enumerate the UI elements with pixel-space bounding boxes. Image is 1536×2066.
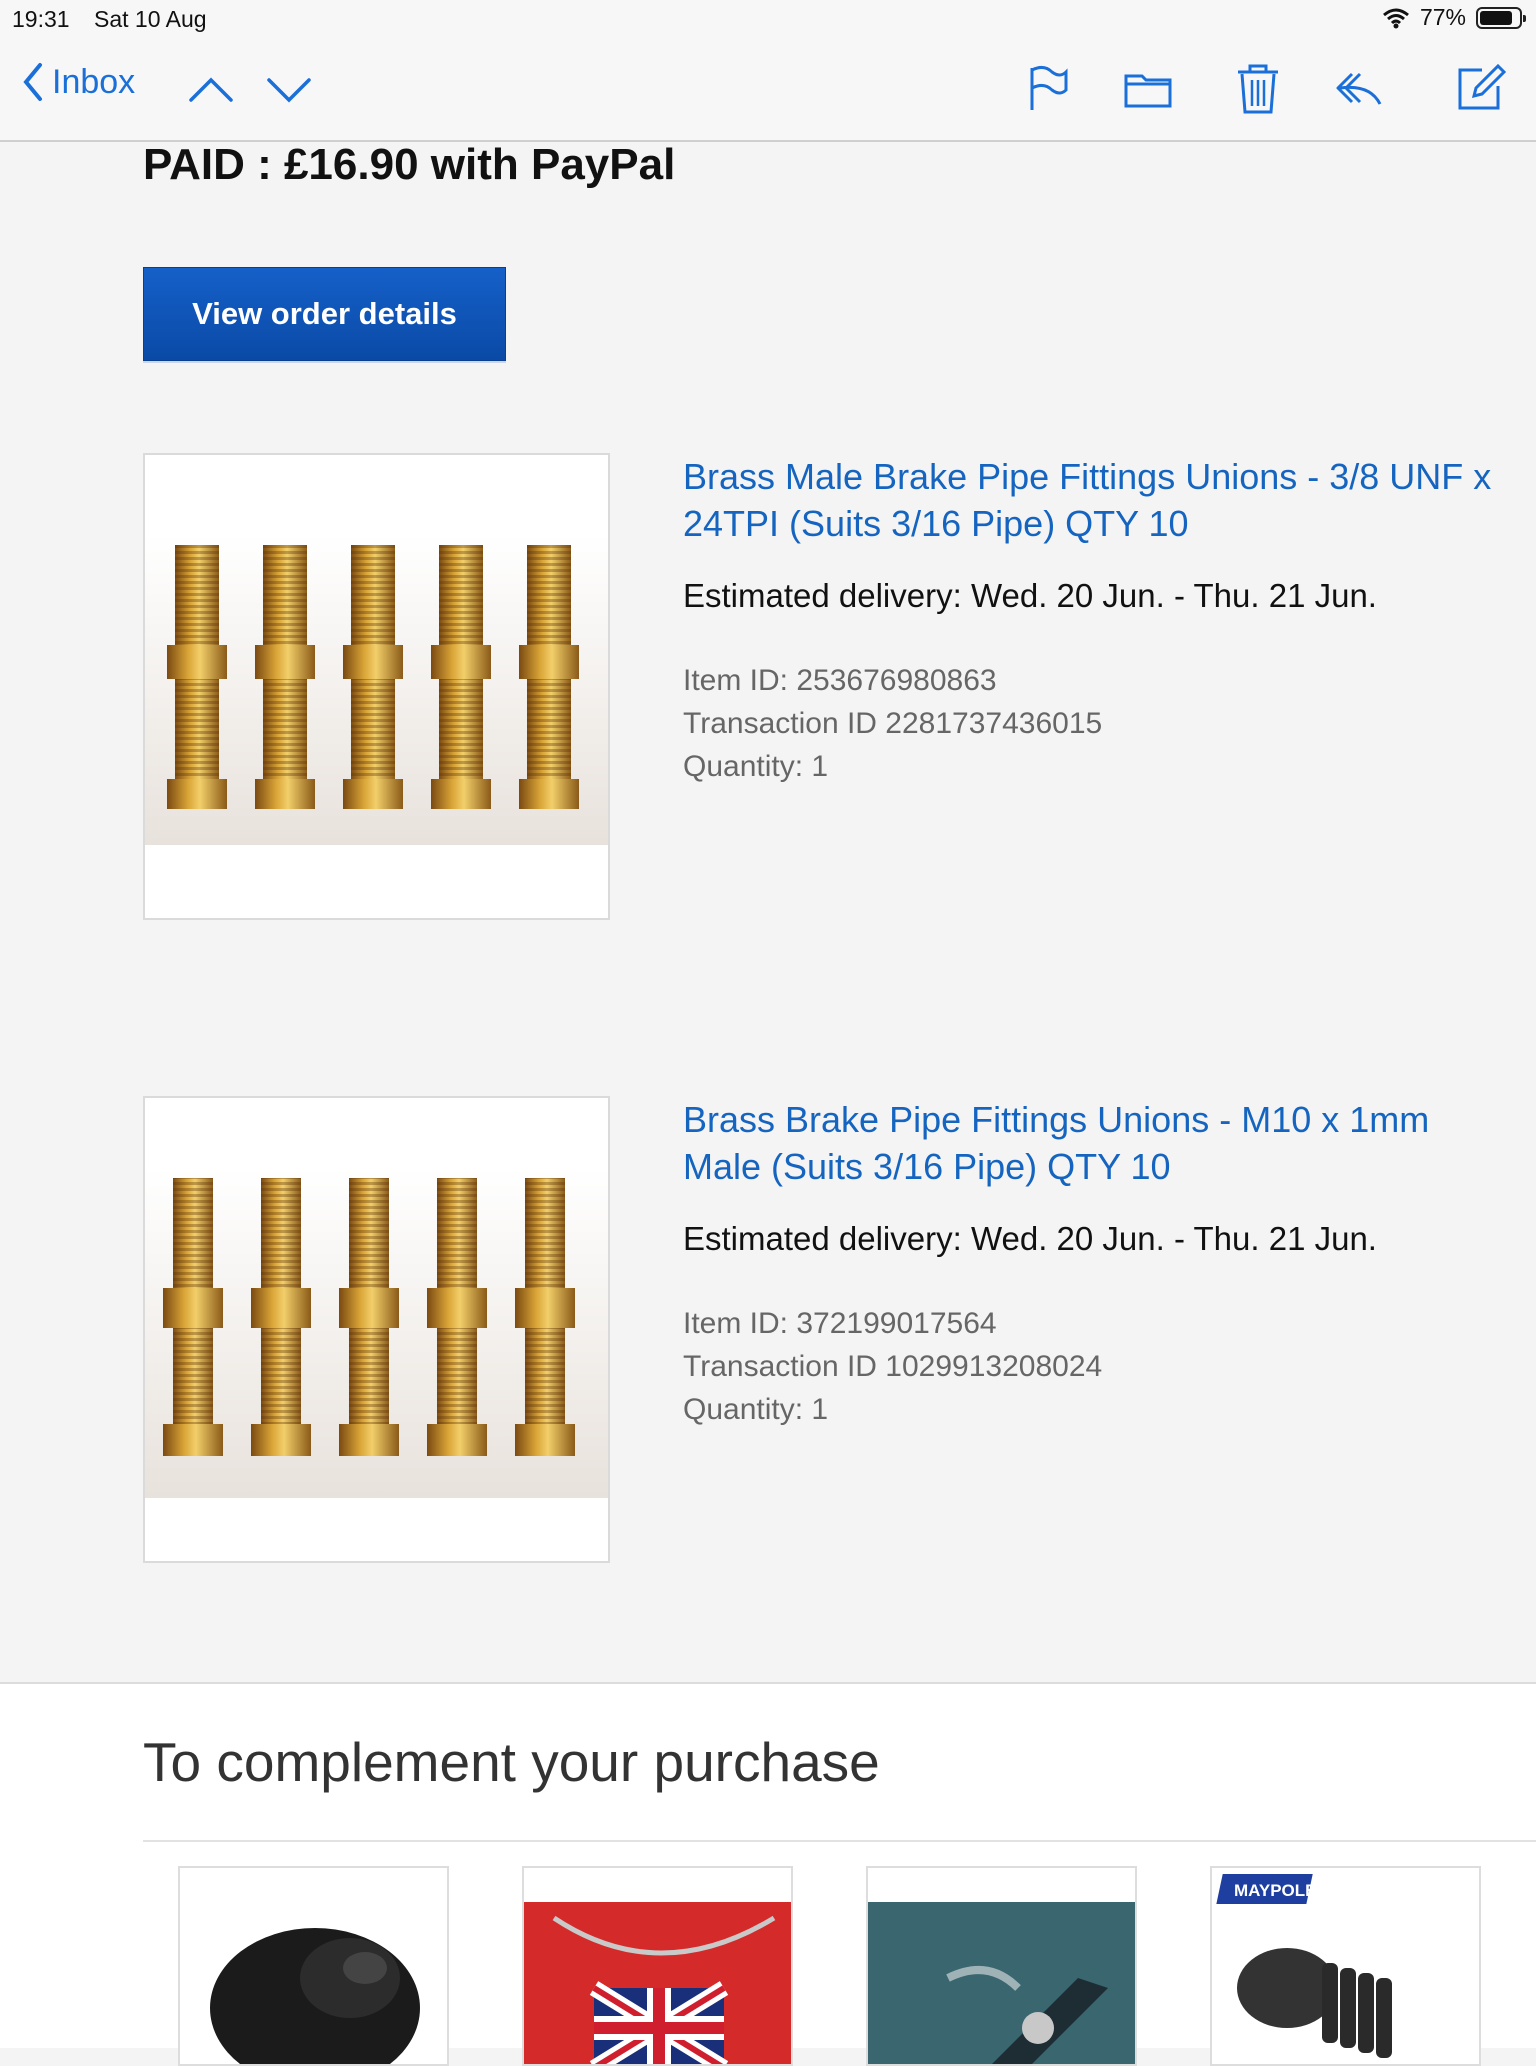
next-message-button[interactable] [264, 64, 314, 114]
recommended-item-4[interactable]: MAYPOLE [1210, 1866, 1481, 2066]
item-meta-1: Item ID: 253676980863 Transaction ID 228… [683, 659, 1102, 788]
item-delivery-2: Estimated delivery: Wed. 20 Jun. - Thu. … [683, 1220, 1377, 1257]
maypole-logo-text: MAYPOLE [1234, 1881, 1317, 1900]
view-order-details-button[interactable]: View order details [143, 267, 506, 361]
item-meta-2: Item ID: 372199017564 Transaction ID 102… [683, 1302, 1102, 1431]
status-time: 19:31 [12, 6, 70, 32]
compose-icon[interactable] [1452, 60, 1508, 116]
battery-icon [1476, 6, 1526, 29]
complement-rule [143, 1840, 1536, 1842]
brass-fittings-image [145, 1168, 608, 1498]
complement-title: To complement your purchase [143, 1731, 880, 1793]
product-image-2[interactable] [143, 1096, 610, 1563]
wifi-icon [1382, 8, 1409, 28]
previous-message-button[interactable] [186, 64, 236, 114]
chevron-left-icon [23, 63, 42, 101]
maypole-plug-image: MAYPOLE [1216, 1874, 1392, 2058]
product-image-1[interactable] [143, 453, 610, 920]
trash-icon[interactable] [1230, 60, 1286, 116]
payment-summary: PAID : £16.90 with PayPal [143, 140, 676, 189]
recommended-item-3[interactable] [866, 1866, 1137, 2066]
quantity-1: Quantity: 1 [683, 750, 829, 783]
item-title-link-1[interactable]: Brass Male Brake Pipe Fittings Unions - … [683, 453, 1503, 547]
status-date: Sat 10 Aug [94, 6, 207, 32]
battery-percent: 77% [1419, 4, 1466, 30]
socket-cover-image [210, 1928, 420, 2064]
inbox-label: Inbox [52, 62, 136, 101]
breakaway-cable-image [524, 1902, 791, 2064]
flag-icon[interactable] [1020, 60, 1076, 116]
recommended-item-2[interactable] [522, 1866, 793, 2066]
hitch-image [868, 1902, 1135, 2064]
recommended-item-1[interactable] [178, 1866, 449, 2066]
transaction-id-2: Transaction ID 1029913208024 [683, 1350, 1103, 1383]
item-delivery-1: Estimated delivery: Wed. 20 Jun. - Thu. … [683, 577, 1377, 614]
item-id-1: Item ID: 253676980863 [683, 664, 997, 697]
transaction-id-1: Transaction ID 2281737436015 [683, 707, 1103, 740]
item-id-2: Item ID: 372199017564 [683, 1307, 997, 1340]
navigation-bar: 19:31 Sat 10 Aug 77% Inbox [0, 0, 1536, 142]
quantity-2: Quantity: 1 [683, 1393, 829, 1426]
folder-icon[interactable] [1120, 60, 1176, 116]
brass-fittings-image [145, 535, 608, 845]
inbox-back-button[interactable]: Inbox [22, 62, 135, 102]
status-right: 77% [1382, 4, 1526, 31]
item-title-link-2[interactable]: Brass Brake Pipe Fittings Unions - M10 x… [683, 1096, 1503, 1190]
reply-icon[interactable] [1332, 60, 1388, 116]
